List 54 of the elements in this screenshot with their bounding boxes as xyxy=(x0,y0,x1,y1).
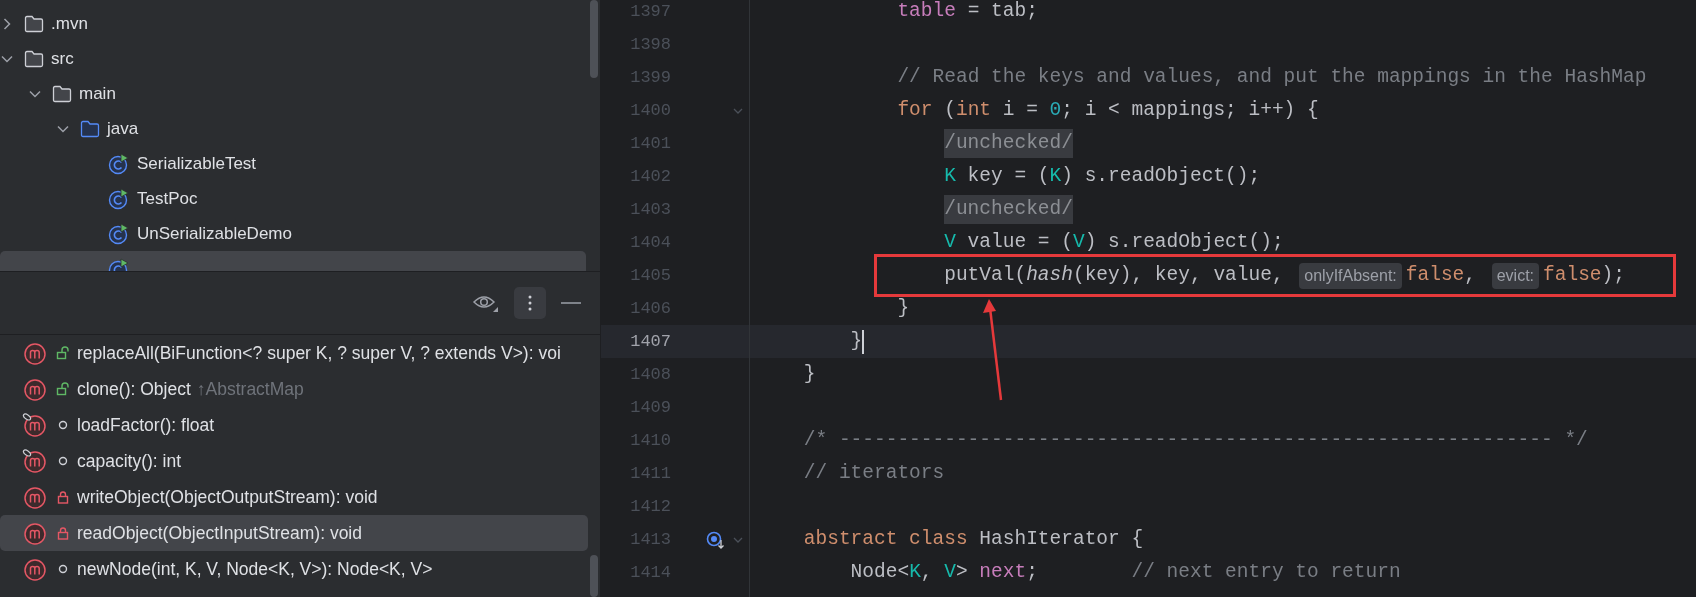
code-text: } xyxy=(803,361,816,387)
tree-item-label[interactable]: .mvn xyxy=(51,10,88,37)
parameter-hint: onlyIfAbsent: xyxy=(1299,262,1402,289)
member-signature[interactable]: loadFactor(): float xyxy=(77,411,215,439)
inherited-from-label: ↑AbstractMap xyxy=(196,377,304,401)
vertical-dots-icon xyxy=(528,295,532,311)
code-text: for (int i = 0; i < mappings; i++) { xyxy=(897,97,1319,123)
tree-item-label[interactable]: SerializableTest xyxy=(137,150,257,177)
code-text: /* ------------------------------------------------------------- */ xyxy=(803,427,1588,453)
more-options-button[interactable] xyxy=(514,287,546,319)
member-signature[interactable]: clone(): Object xyxy=(77,375,191,403)
tree-item-label[interactable]: src xyxy=(51,45,74,72)
member-signature[interactable]: newNode(int, K, V, Node<K, V>): Node<K, V> xyxy=(77,555,433,583)
folder-icon xyxy=(24,49,44,68)
circle-icon xyxy=(56,454,70,468)
code-text: V value = (V) s.readObject(); xyxy=(944,229,1284,255)
class-icon xyxy=(108,222,130,245)
code-text: // iterators xyxy=(803,460,945,486)
circle-icon xyxy=(56,418,70,432)
folder-icon xyxy=(80,119,100,138)
member-signature[interactable]: replaceAll(BiFunction<? super K, ? super V, ? extends V>): voi xyxy=(77,339,561,367)
implemented-marker-icon[interactable] xyxy=(706,529,726,550)
code-text: false); xyxy=(1543,262,1625,288)
code-text: table = tab; xyxy=(897,0,1038,24)
class-icon xyxy=(108,152,130,175)
tree-item-label[interactable]: UnSerializableDemo xyxy=(137,220,292,247)
member-signature[interactable]: capacity(): int xyxy=(77,447,182,475)
class-icon xyxy=(108,187,130,210)
tree-item-label[interactable]: TestPoc xyxy=(137,185,198,212)
code-text: abstract class HashIterator { xyxy=(803,526,1144,552)
code-text: putVal(hash(key), key, value, xyxy=(944,262,1285,288)
parameter-hint: evict: xyxy=(1491,262,1540,289)
scrollbar-thumb[interactable] xyxy=(590,0,598,78)
circle-icon xyxy=(56,562,70,576)
code-text: Node<K, V> next; // next entry to return xyxy=(850,559,1401,585)
line-number: 1407 xyxy=(629,330,671,353)
code-text: } xyxy=(850,328,863,354)
folder-icon xyxy=(52,84,72,103)
selected-list-row[interactable]: readObject(ObjectInputStream): void xyxy=(0,515,588,551)
code-text: K key = (K) s.readObject(); xyxy=(944,163,1261,189)
open-lock-icon xyxy=(56,382,70,396)
member-signature[interactable]: writeObject(ObjectOutputStream): void xyxy=(77,483,378,511)
tree-item-label[interactable]: java xyxy=(107,115,139,142)
scrollbar-thumb[interactable] xyxy=(590,555,598,597)
code-text: // Read the keys and values, and put the mappings in the HashMap xyxy=(897,64,1647,90)
tree-item-label[interactable]: main xyxy=(79,80,116,107)
member-signature[interactable]: readObject(ObjectInputStream): void xyxy=(77,519,362,547)
minimize-icon[interactable] xyxy=(560,301,582,305)
code-text: } xyxy=(897,295,910,321)
open-lock-icon xyxy=(56,346,70,360)
folder-icon xyxy=(24,14,44,33)
lock-icon xyxy=(56,490,70,504)
code-text: false, xyxy=(1405,262,1477,288)
lock-icon xyxy=(56,526,70,540)
